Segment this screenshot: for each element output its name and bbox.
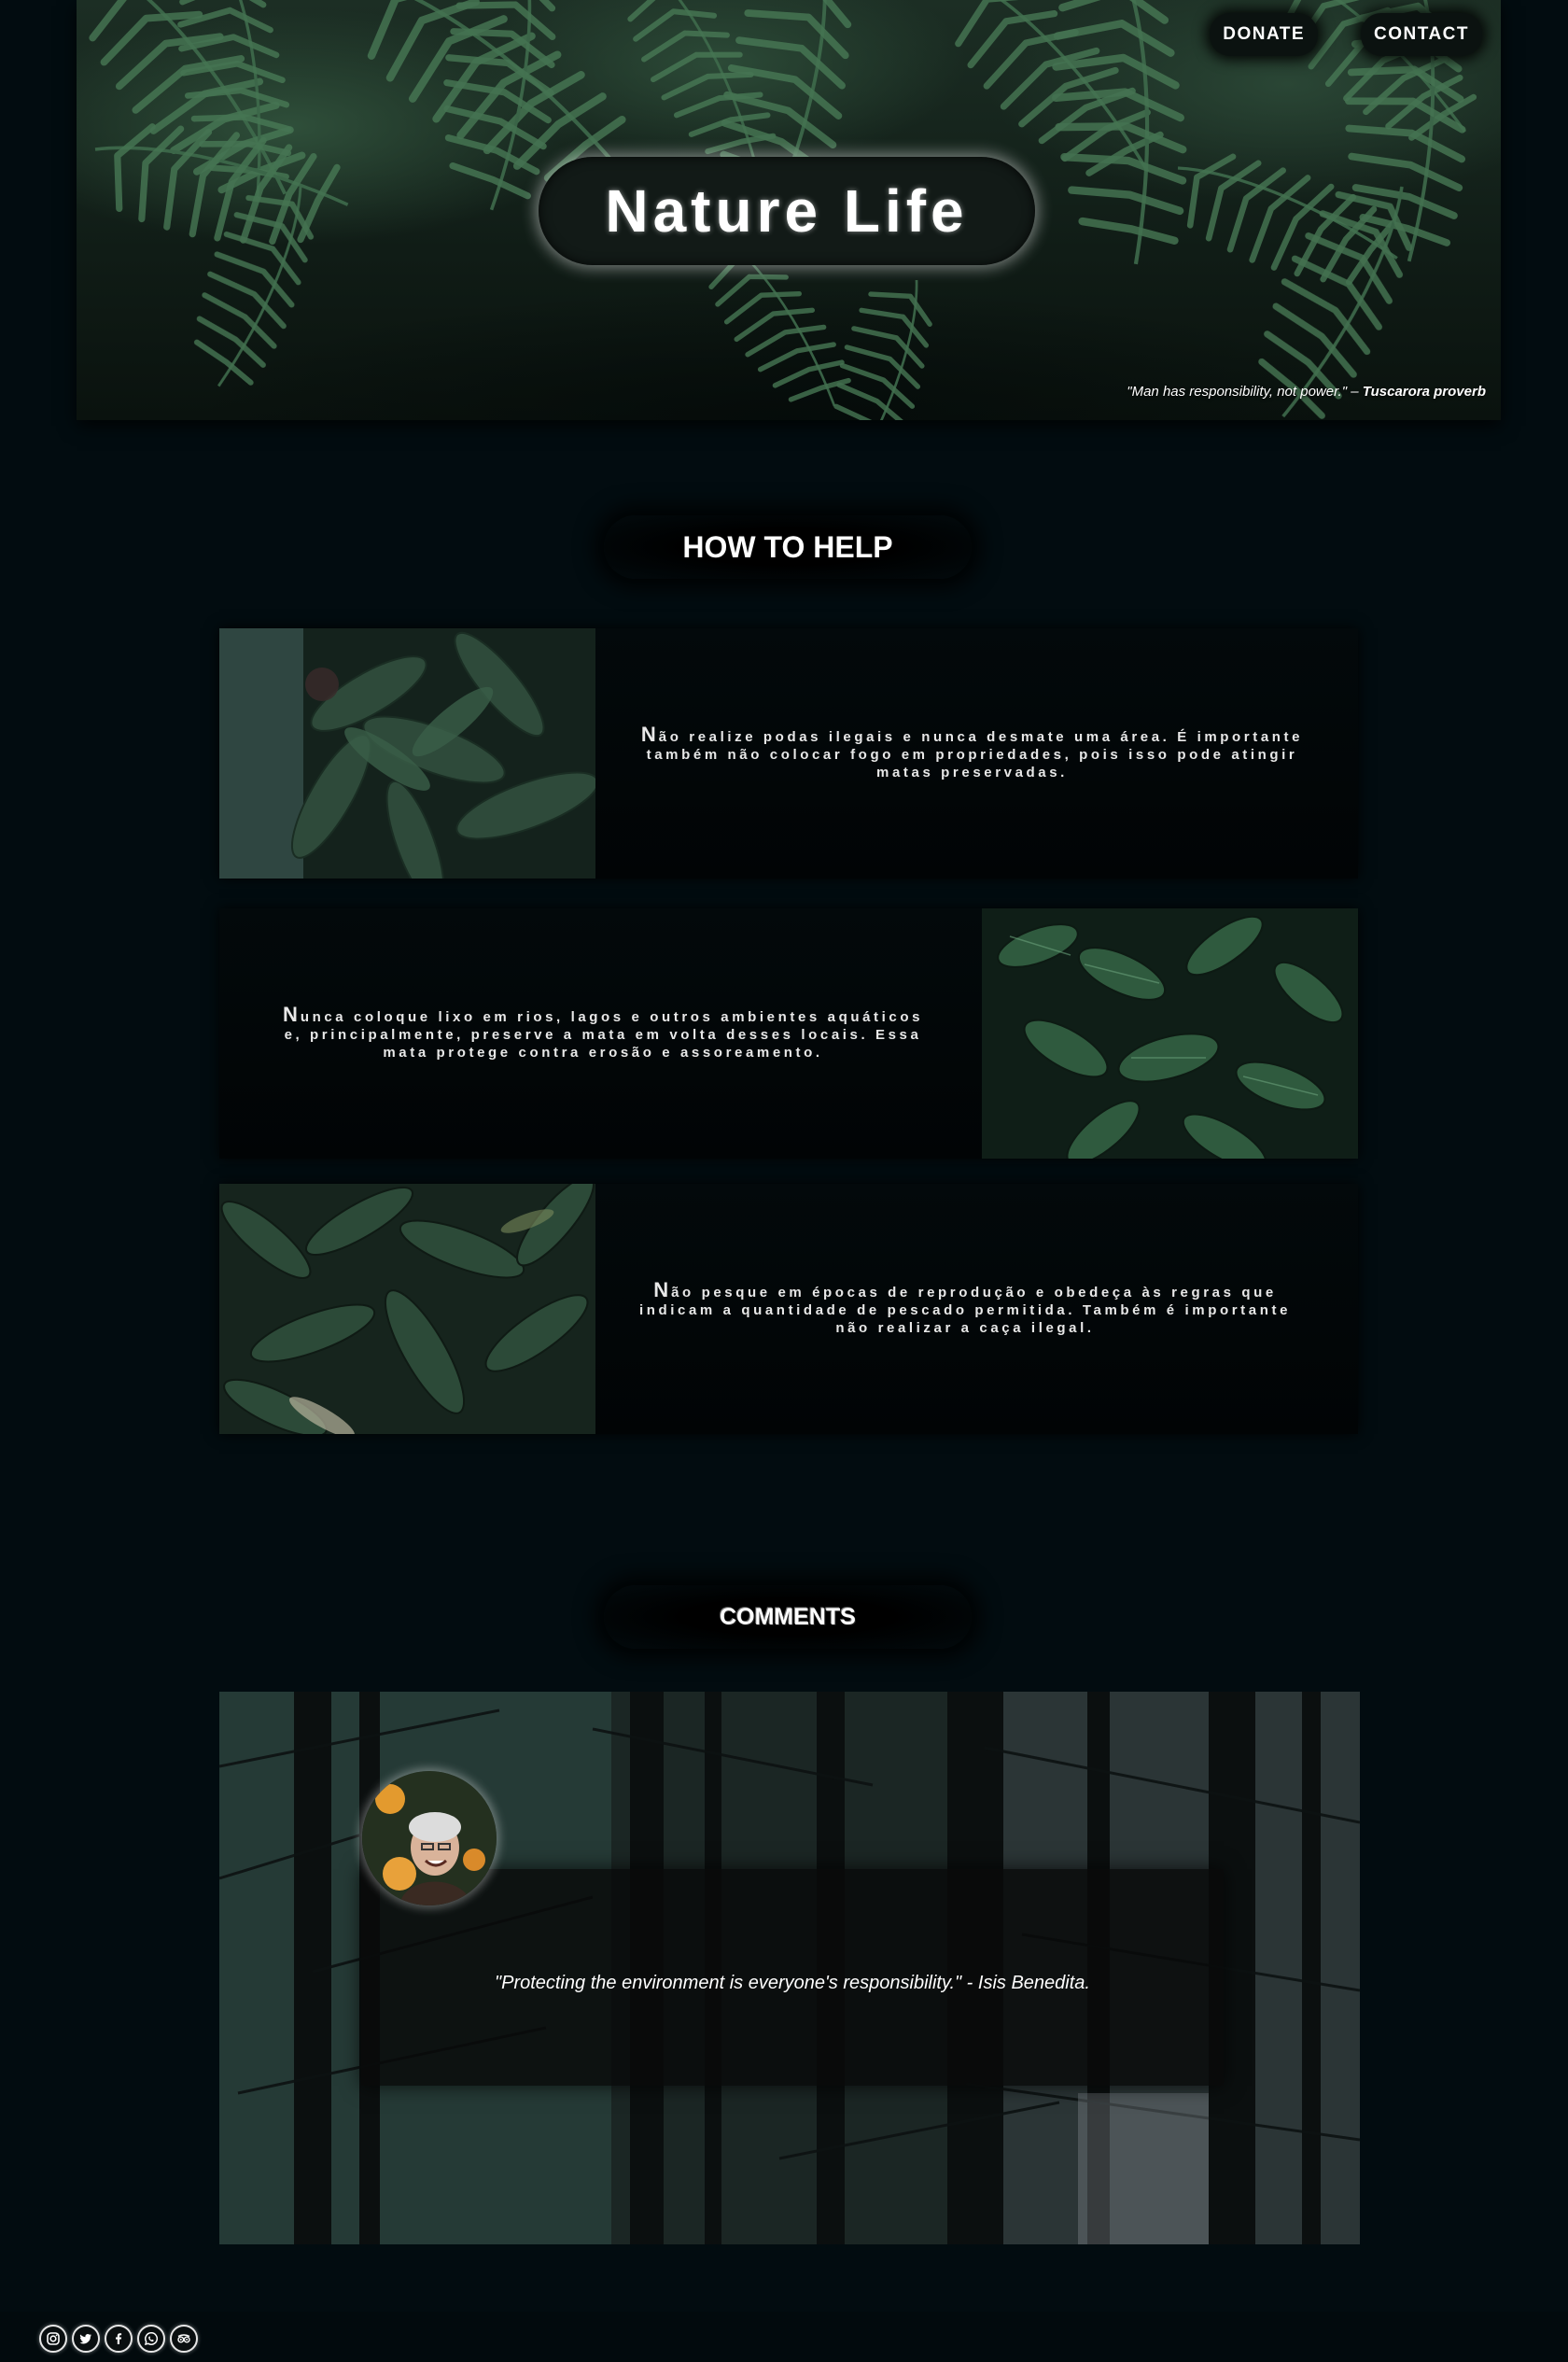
hero-banner: DONATE CONTACT Nature Life "Man has resp… xyxy=(77,0,1501,420)
comments-panel: "Protecting the environment is everyone'… xyxy=(219,1692,1360,2244)
help-card-1-body: ão realize podas ilegais e nunca desmate… xyxy=(646,729,1304,780)
site-title: Nature Life xyxy=(605,177,969,245)
donate-button[interactable]: DONATE xyxy=(1210,13,1319,56)
help-card-2-image xyxy=(982,908,1358,1159)
tripadvisor-icon[interactable] xyxy=(170,2325,198,2353)
comment-text: "Protecting the environment is everyone'… xyxy=(495,1972,1090,1993)
help-card-3-text: Não pesque em épocas de reprodução e obe… xyxy=(595,1184,1358,1434)
help-card-2: Nunca coloque lixo em rios, lagos e outr… xyxy=(219,908,1358,1159)
hero-quote-author: Tuscarora proverb xyxy=(1362,384,1486,400)
help-card-3-image xyxy=(219,1184,595,1434)
comment-box: "Protecting the environment is everyone'… xyxy=(361,1869,1224,2086)
whatsapp-icon[interactable] xyxy=(137,2325,165,2353)
contact-button[interactable]: CONTACT xyxy=(1361,13,1482,56)
help-card-1-initial: N xyxy=(640,723,659,746)
comments-title: COMMENTS xyxy=(720,1603,856,1630)
help-card-1-image xyxy=(219,628,595,879)
how-to-help-title: HOW TO HELP xyxy=(682,529,893,564)
how-to-help-heading: HOW TO HELP xyxy=(604,515,972,579)
help-card-3: Não pesque em épocas de reprodução e obe… xyxy=(219,1184,1358,1434)
help-card-3-initial: N xyxy=(653,1278,672,1301)
social-links xyxy=(39,2325,198,2353)
footer xyxy=(0,2312,1568,2362)
twitter-icon[interactable] xyxy=(72,2325,100,2353)
help-card-2-body: unca coloque lixo em rios, lagos e outro… xyxy=(284,1009,924,1061)
avatar xyxy=(362,1771,497,1905)
help-card-2-initial: N xyxy=(282,1003,301,1026)
comments-heading: COMMENTS xyxy=(604,1585,972,1649)
help-card-1-text: Não realize podas ilegais e nunca desmat… xyxy=(595,628,1358,879)
hero-quote-text: "Man has responsibility, not power." – xyxy=(1127,384,1359,400)
help-card-3-body: ão pesque em épocas de reprodução e obed… xyxy=(638,1285,1292,1336)
facebook-icon[interactable] xyxy=(105,2325,133,2353)
site-title-pill: Nature Life xyxy=(539,157,1035,265)
top-nav: DONATE CONTACT xyxy=(1210,13,1482,56)
instagram-icon[interactable] xyxy=(39,2325,67,2353)
hero-quote: "Man has responsibility, not power." – T… xyxy=(1127,384,1486,400)
help-card-2-text: Nunca coloque lixo em rios, lagos e outr… xyxy=(219,908,982,1159)
help-card-1: Não realize podas ilegais e nunca desmat… xyxy=(219,628,1358,879)
